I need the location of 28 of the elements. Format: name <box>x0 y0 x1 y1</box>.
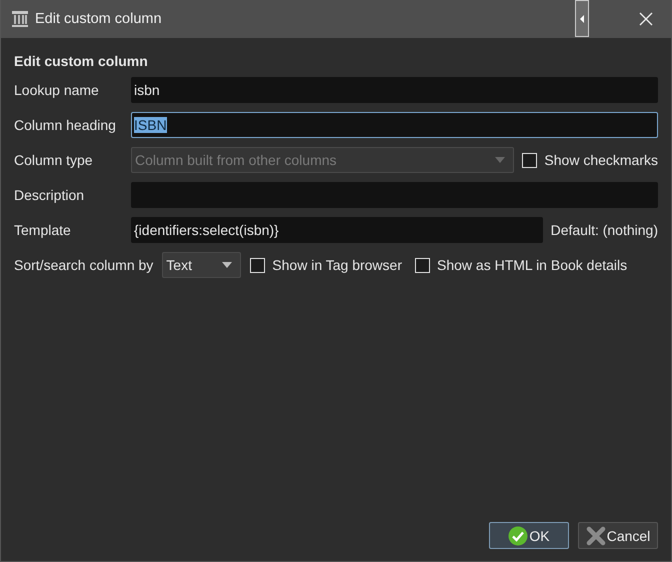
field-label: Column type <box>14 152 94 168</box>
section-heading: Edit custom column <box>14 53 149 69</box>
cancel-button[interactable]: Cancel <box>578 522 658 549</box>
field-label: Column heading <box>14 117 117 133</box>
input-field[interactable]: isbn <box>131 77 658 103</box>
dropdown[interactable]: Text <box>162 252 242 278</box>
checkbox[interactable] <box>250 258 266 272</box>
window-title: Edit custom column <box>35 11 163 27</box>
checkmark-icon <box>508 526 528 546</box>
checkbox-label: Show as HTML in Book details <box>437 257 628 273</box>
checkbox-label: Show in Tag browser <box>272 257 402 273</box>
default-note: Default: (nothing) <box>550 222 658 238</box>
caret-icon <box>222 262 232 268</box>
checkbox[interactable] <box>415 258 430 272</box>
field-label: Lookup name <box>14 82 100 98</box>
field-label: Template <box>14 222 72 238</box>
input-field[interactable] <box>131 182 658 208</box>
caret-icon <box>495 157 506 163</box>
handle-icon[interactable] <box>575 0 589 38</box>
input-field[interactable]: ISBN <box>131 112 658 138</box>
input-field[interactable]: {identifiers:select(isbn)} <box>131 217 543 243</box>
checkbox-label: Show checkmarks <box>544 152 658 168</box>
pillar-icon <box>11 10 29 28</box>
field-label: Description <box>14 187 86 203</box>
close-icon[interactable] <box>639 12 653 26</box>
ok-button[interactable]: OK <box>489 522 569 549</box>
cross-icon <box>586 526 606 546</box>
field-label: Sort/search column by <box>14 257 154 273</box>
